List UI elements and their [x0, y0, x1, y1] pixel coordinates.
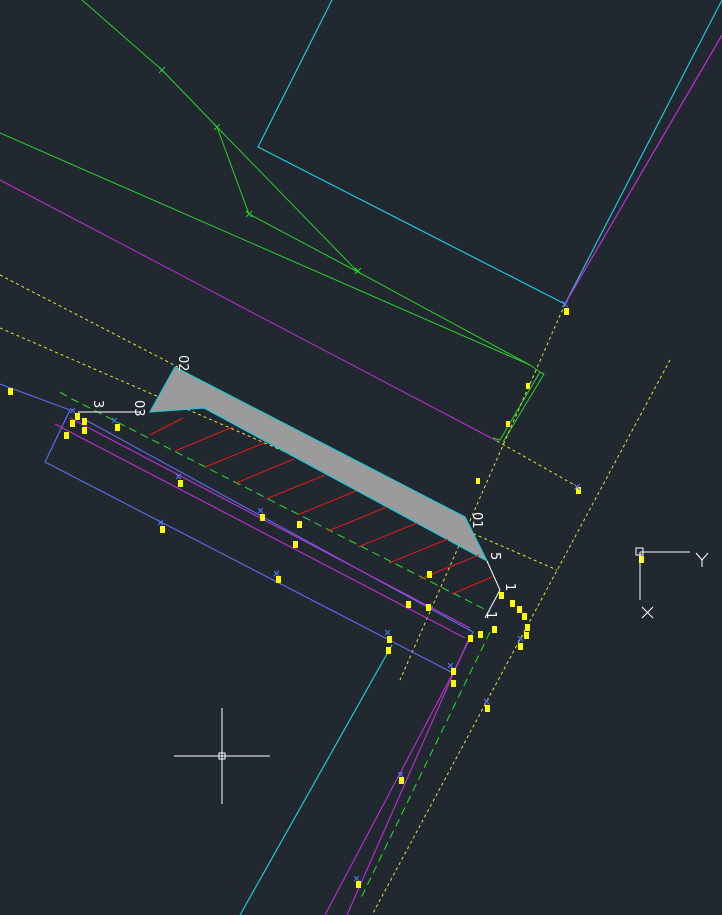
crosshair-cursor-icon [174, 708, 270, 804]
green-polyline-group[interactable] [0, 0, 545, 443]
ucs-icon [635, 547, 709, 619]
boundary-line-magenta-right[interactable] [564, 34, 722, 305]
wall-line-cyan-lower[interactable] [239, 644, 393, 915]
point-label-3: 3 [90, 400, 105, 408]
building-outline-cyan[interactable] [257, 0, 722, 305]
cad-drawing-viewport[interactable]: 02 03 3 01 5 1 1 Y X [0, 0, 722, 915]
ucs-x-axis-label: X [0, 0, 1, 1]
vertex-label-03: 03 [131, 400, 146, 417]
road-strip-lines[interactable] [0, 383, 491, 915]
point-label-1b: 1 [483, 611, 498, 619]
boundary-line-magenta-diagonal[interactable] [0, 179, 498, 442]
vertex-label-01: 01 [469, 512, 484, 529]
survey-point-markers[interactable] [8, 308, 644, 888]
point-label-5: 5 [487, 552, 502, 560]
ucs-y-axis-label: Y [0, 0, 1, 1]
point-label-1a: 1 [502, 583, 517, 591]
vertex-label-02: 02 [175, 355, 190, 372]
yellow-dashed-lines[interactable] [0, 274, 671, 915]
